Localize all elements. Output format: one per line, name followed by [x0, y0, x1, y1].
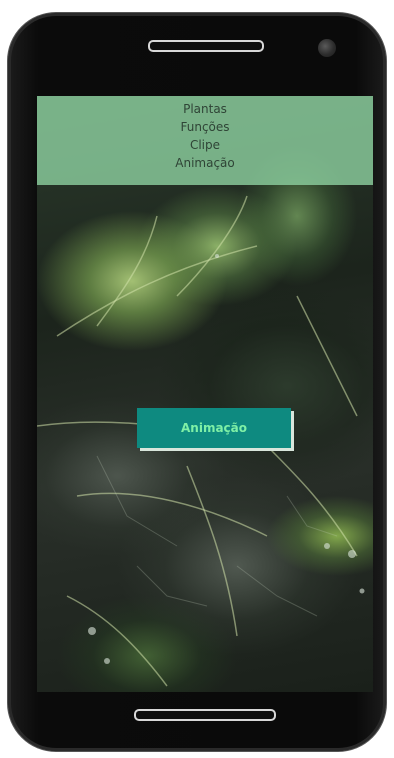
animation-button[interactable]: Animação	[137, 408, 291, 448]
nav-item-plantas[interactable]: Plantas	[183, 100, 227, 118]
top-nav-menu: Plantas Funções Clipe Animação	[37, 96, 373, 185]
phone-frame: Plantas Funções Clipe Animação Animação	[8, 13, 386, 751]
top-speaker	[148, 40, 264, 52]
bottom-speaker	[134, 709, 276, 721]
leaf-background-image	[37, 195, 365, 687]
nav-item-funcoes[interactable]: Funções	[180, 118, 229, 136]
front-camera	[318, 39, 336, 57]
nav-item-clipe[interactable]: Clipe	[190, 136, 220, 154]
screen: Plantas Funções Clipe Animação Animação	[37, 96, 373, 692]
nav-item-animacao[interactable]: Animação	[175, 154, 234, 172]
